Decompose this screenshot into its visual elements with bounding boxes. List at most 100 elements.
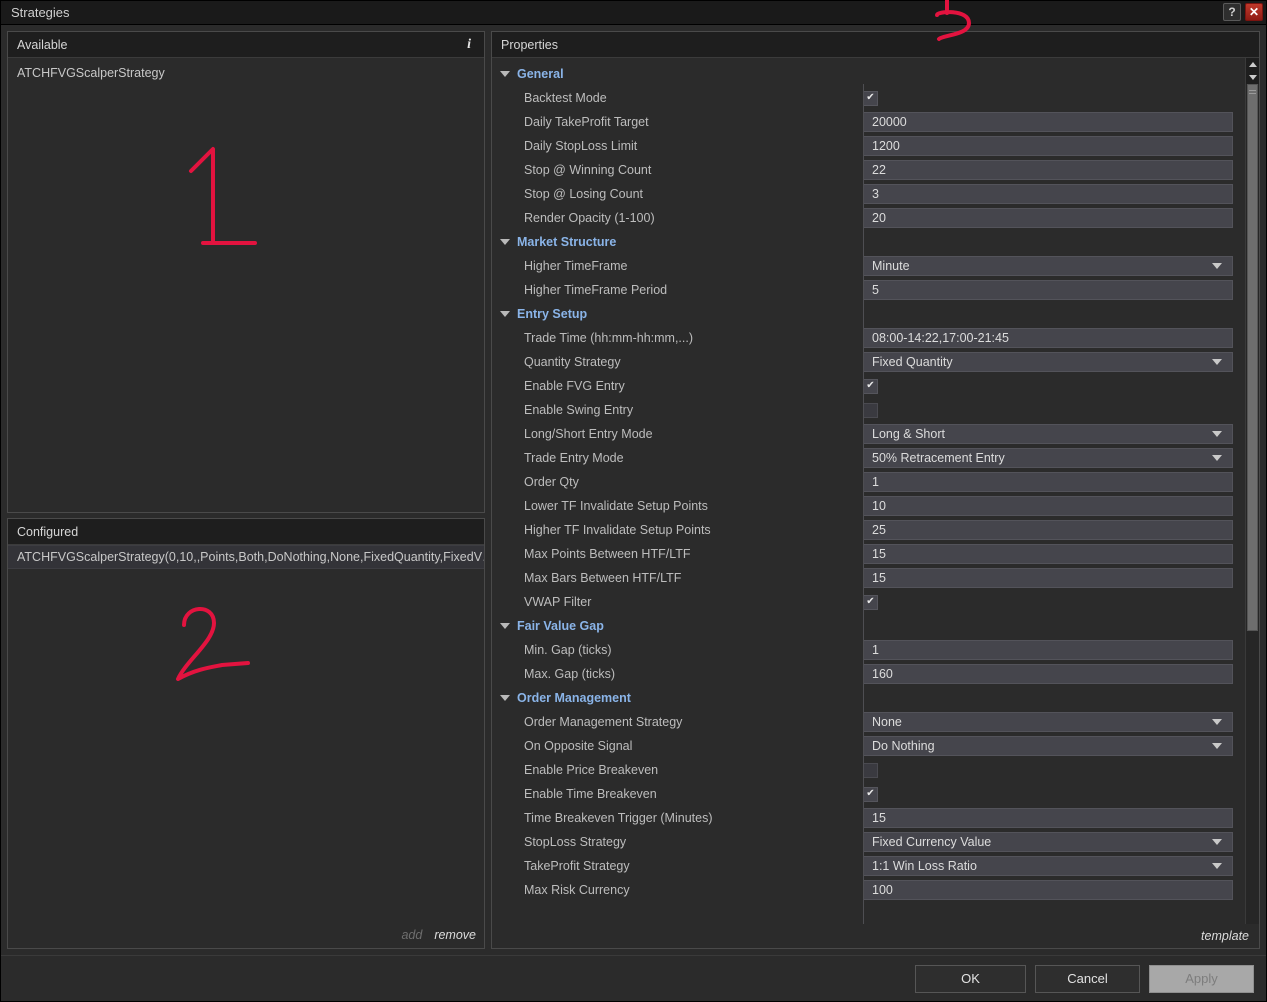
property-value: 50% Retracement Entry [863, 448, 1245, 468]
property-row: Quantity Strategy Fixed Quantity [492, 350, 1245, 374]
section-header[interactable]: Market Structure [492, 230, 1245, 254]
select-field[interactable]: Long & Short [863, 424, 1233, 444]
field-value: Long & Short [872, 427, 945, 441]
add-link[interactable]: add [401, 928, 422, 942]
text-field[interactable]: 25 [863, 520, 1233, 540]
section-header[interactable]: Order Management [492, 686, 1245, 710]
configured-panel: Configured ATCHFVGScalperStrategy(0,10,,… [7, 518, 485, 949]
chevron-down-icon[interactable] [1212, 431, 1222, 437]
properties-panel-title: Properties [501, 37, 558, 52]
select-field[interactable]: None [863, 712, 1233, 732]
property-row: Daily StopLoss Limit 1200 [492, 134, 1245, 158]
select-field[interactable]: Minute [863, 256, 1233, 276]
text-field[interactable]: 5 [863, 280, 1233, 300]
property-row: Max Bars Between HTF/LTF 15 [492, 566, 1245, 590]
text-field[interactable]: 160 [863, 664, 1233, 684]
property-label: Backtest Mode [524, 91, 607, 105]
checkbox-unchecked-icon[interactable]: ✔ [863, 762, 878, 778]
remove-link[interactable]: remove [434, 928, 476, 942]
text-field[interactable]: 08:00-14:22,17:00-21:45 [863, 328, 1233, 348]
section-header[interactable]: Entry Setup [492, 302, 1245, 326]
checkbox-checked-icon[interactable]: ✔ [863, 378, 878, 394]
template-link[interactable]: template [1201, 929, 1249, 943]
grip-line [1249, 90, 1256, 91]
chevron-down-icon[interactable] [500, 239, 510, 245]
checkbox-checked-icon[interactable]: ✔ [863, 786, 878, 802]
chevron-down-icon[interactable] [1212, 839, 1222, 845]
property-label: StopLoss Strategy [524, 835, 627, 849]
window-title: Strategies [11, 5, 70, 20]
property-row: Daily TakeProfit Target 20000 [492, 110, 1245, 134]
text-field[interactable]: 3 [863, 184, 1233, 204]
scroll-up-icon[interactable] [1246, 58, 1259, 71]
close-icon[interactable]: ✕ [1245, 3, 1263, 21]
select-field[interactable]: Fixed Currency Value [863, 832, 1233, 852]
property-label: Max. Gap (ticks) [524, 667, 615, 681]
configured-list[interactable]: ATCHFVGScalperStrategy(0,10,,Points,Both… [8, 545, 484, 948]
property-row: Lower TF Invalidate Setup Points 10 [492, 494, 1245, 518]
help-icon[interactable]: ? [1223, 3, 1241, 21]
section-label: Fair Value Gap [492, 619, 604, 633]
scrollbar-track[interactable] [1246, 84, 1259, 924]
property-label: TakeProfit Strategy [524, 859, 630, 873]
section-title: Market Structure [517, 235, 617, 249]
property-value: 1 [863, 640, 1245, 660]
scroll-down-icon[interactable] [1246, 71, 1259, 84]
list-item[interactable]: ATCHFVGScalperStrategy [8, 58, 484, 85]
property-value: Do Nothing [863, 736, 1245, 756]
text-field[interactable]: 20000 [863, 112, 1233, 132]
section-header[interactable]: Fair Value Gap [492, 614, 1245, 638]
cancel-button[interactable]: Cancel [1035, 964, 1140, 993]
text-field[interactable]: 20 [863, 208, 1233, 228]
text-field[interactable]: 100 [863, 880, 1233, 900]
chevron-down-icon[interactable] [500, 623, 510, 629]
properties-grid: General Backtest Mode ✔ Daily TakeProfit Ta… [492, 58, 1245, 924]
text-field[interactable]: 15 [863, 568, 1233, 588]
chevron-down-icon[interactable] [1212, 863, 1222, 869]
section-header[interactable]: General [492, 62, 1245, 86]
property-row: Stop @ Losing Count 3 [492, 182, 1245, 206]
properties-scrollbar[interactable] [1245, 58, 1259, 924]
chevron-down-icon[interactable] [1212, 743, 1222, 749]
field-value: 22 [872, 163, 886, 177]
chevron-down-icon[interactable] [500, 311, 510, 317]
chevron-down-icon[interactable] [1212, 719, 1222, 725]
text-field[interactable]: 1200 [863, 136, 1233, 156]
checkbox-unchecked-icon[interactable]: ✔ [863, 402, 878, 418]
select-field[interactable]: Do Nothing [863, 736, 1233, 756]
list-actions: add remove [401, 928, 476, 942]
select-field[interactable]: 1:1 Win Loss Ratio [863, 856, 1233, 876]
field-value: Minute [872, 259, 910, 273]
ok-button[interactable]: OK [915, 964, 1026, 993]
section-label: Order Management [492, 691, 631, 705]
chevron-down-icon[interactable] [1212, 263, 1222, 269]
select-field[interactable]: Fixed Quantity [863, 352, 1233, 372]
available-list[interactable]: ATCHFVGScalperStrategy [8, 58, 484, 512]
checkbox-checked-icon[interactable]: ✔ [863, 594, 878, 610]
scrollbar-thumb[interactable] [1247, 84, 1258, 631]
text-field[interactable]: 1 [863, 640, 1233, 660]
property-label: Enable Time Breakeven [524, 787, 657, 801]
field-value: 15 [872, 811, 886, 825]
property-label: Quantity Strategy [524, 355, 621, 369]
chevron-down-icon[interactable] [1212, 455, 1222, 461]
checkbox-checked-icon[interactable]: ✔ [863, 90, 878, 106]
chevron-down-icon[interactable] [500, 695, 510, 701]
list-item[interactable]: ATCHFVGScalperStrategy(0,10,,Points,Both… [8, 545, 484, 569]
property-label: Stop @ Losing Count [524, 187, 644, 201]
property-label: Enable FVG Entry [524, 379, 625, 393]
property-row: Trade Entry Mode 50% Retracement Entry [492, 446, 1245, 470]
chevron-down-icon[interactable] [1212, 359, 1222, 365]
property-value: ✔ [863, 402, 1245, 418]
section-title: General [517, 67, 564, 81]
field-value: 25 [872, 523, 886, 537]
chevron-down-icon[interactable] [500, 71, 510, 77]
template-row: template [492, 924, 1259, 948]
text-field[interactable]: 1 [863, 472, 1233, 492]
text-field[interactable]: 15 [863, 808, 1233, 828]
text-field[interactable]: 22 [863, 160, 1233, 180]
select-field[interactable]: 50% Retracement Entry [863, 448, 1233, 468]
text-field[interactable]: 10 [863, 496, 1233, 516]
info-icon[interactable]: i [467, 37, 475, 53]
text-field[interactable]: 15 [863, 544, 1233, 564]
